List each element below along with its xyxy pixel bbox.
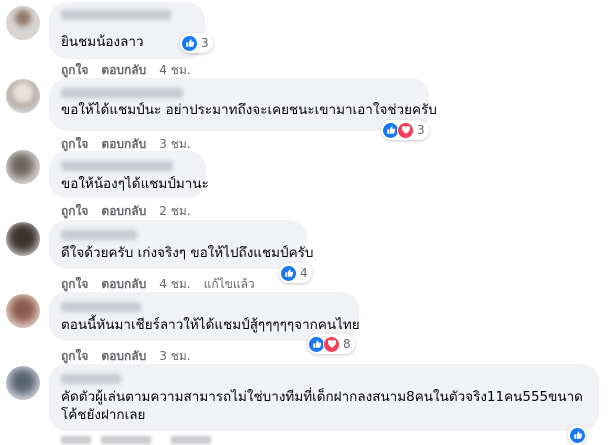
reaction-summary[interactable]: 3: [180, 33, 213, 53]
comment-text: ขอให้น้องๆได้แชมป์มานะ: [61, 176, 209, 192]
reaction-summary[interactable]: 3: [381, 120, 429, 140]
avatar[interactable]: [6, 222, 40, 256]
avatar[interactable]: [6, 6, 40, 40]
comment-actions: [61, 436, 271, 444]
love-icon: [397, 121, 414, 139]
commenter-name[interactable]: [61, 88, 183, 98]
avatar[interactable]: [6, 366, 40, 400]
comment-text: ดีใจด้วยครับ เก่งจริงๆ ขอให้ไปถึงแชมป์คร…: [61, 245, 314, 261]
love-icon: [323, 335, 340, 353]
reaction-summary[interactable]: 4: [279, 263, 312, 283]
reaction-count: 8: [343, 337, 351, 351]
comment-text: ขอให้ได้แชมป์นะ อย่าประมาทถึงจะเคยชนะเขา…: [61, 102, 437, 118]
commenter-name[interactable]: [61, 10, 171, 20]
comment-text: ยินชมน้องลาว: [61, 34, 144, 50]
comment-time[interactable]: 2 ชม.: [159, 202, 190, 221]
commenter-name[interactable]: [61, 230, 137, 240]
reaction-summary[interactable]: 8: [307, 334, 355, 354]
comment-bubble: ขอให้น้องๆได้แชมป์มานะ: [49, 151, 209, 198]
reaction-count: 3: [417, 123, 425, 137]
avatar[interactable]: [6, 294, 40, 328]
comment-bubble: ดีใจด้วยครับ เก่งจริงๆ ขอให้ไปถึงแชมป์คร…: [49, 220, 313, 269]
comment-bubble: ยินชมน้องลาว: [49, 2, 205, 59]
comment-bubble: คัดตัวผู้เล่นตามความสามารถไม่ใช่บางทีมที…: [49, 364, 599, 431]
avatar[interactable]: [6, 79, 40, 113]
commenter-name[interactable]: [61, 161, 173, 171]
comment-actions: ถูกใจ ตอบกลับ 2 ชม.: [61, 202, 191, 221]
reply-button[interactable]: ตอบกลับ: [101, 202, 146, 221]
reaction-summary[interactable]: [568, 425, 586, 445]
like-icon: [181, 34, 198, 52]
like-icon: [280, 264, 297, 282]
like-button[interactable]: ถูกใจ: [61, 202, 88, 221]
comment-bubble: ขอให้ได้แชมป์นะ อย่าประมาทถึงจะเคยชนะเขา…: [49, 78, 437, 131]
avatar[interactable]: [6, 150, 40, 184]
commenter-name[interactable]: [61, 374, 121, 384]
reaction-count: 3: [201, 36, 209, 50]
comment-text: ตอนนี้หันมาเชียร์ลาวให้ได้แชมป์สู้ๆๆๆๆๆจ…: [61, 317, 360, 333]
comment-text: คัดตัวผู้เล่นตามความสามารถไม่ใช่บางทีมที…: [61, 389, 583, 423]
commenter-name[interactable]: [61, 302, 141, 312]
reaction-count: 4: [300, 266, 308, 280]
